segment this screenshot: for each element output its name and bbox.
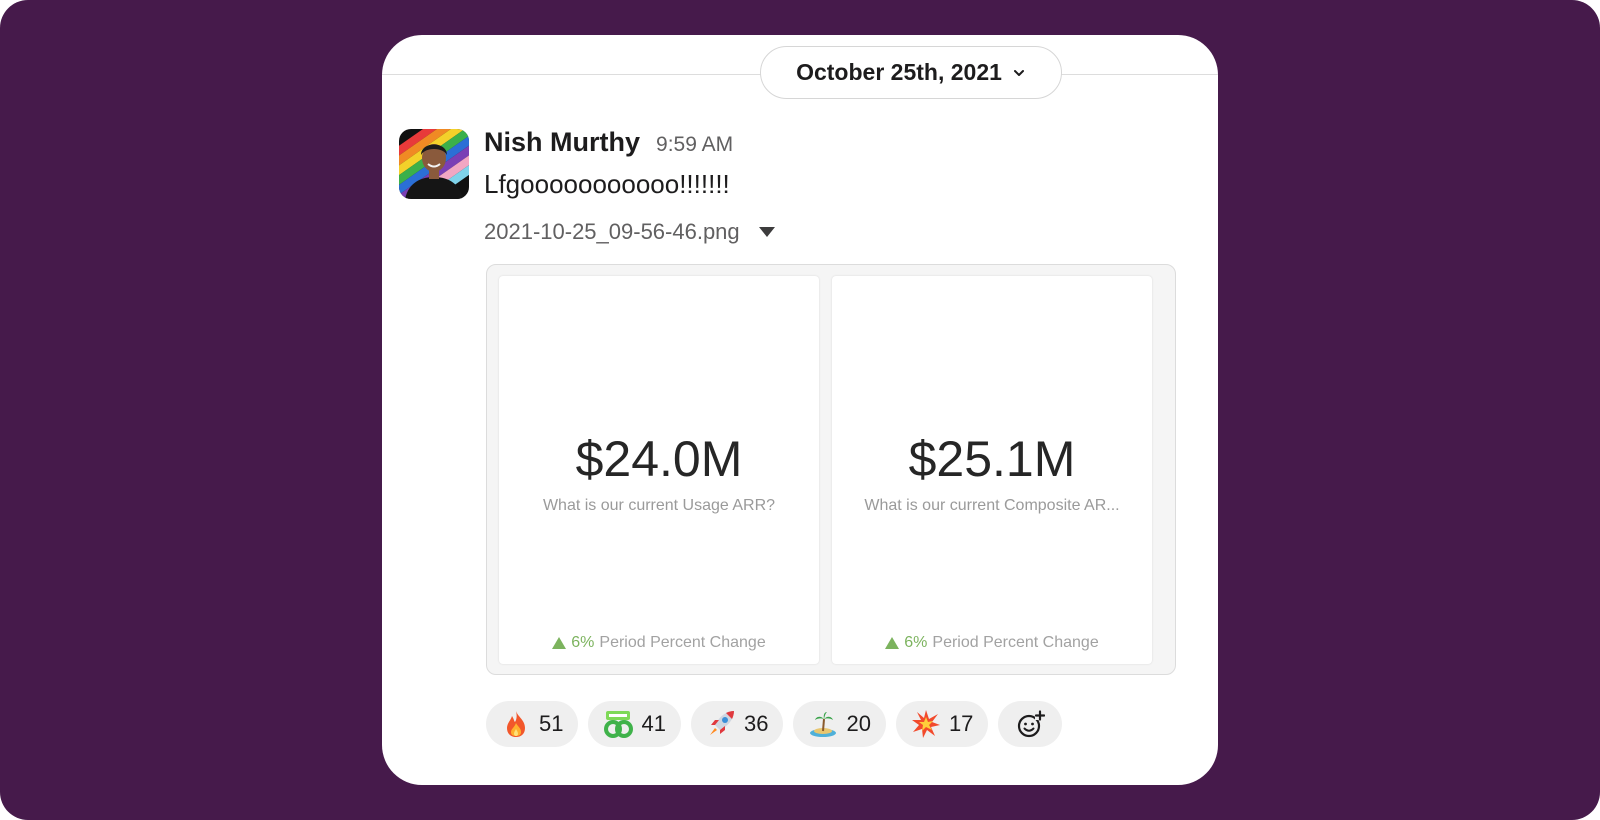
kpi-card: $25.1M What is our current Composite AR.… (832, 276, 1152, 664)
kpi-change-percent: 6% (571, 634, 595, 651)
kpi-question: What is our current Usage ARR? (542, 497, 776, 514)
reaction-count: 41 (641, 711, 666, 736)
kpi-change-percent: 6% (904, 634, 928, 651)
reaction-lets-go[interactable]: 41 (588, 701, 681, 747)
attachment-filename[interactable]: 2021-10-25_09-56-46.png (484, 219, 740, 245)
lets-go-icon (604, 711, 634, 738)
avatar-image (399, 129, 469, 199)
message-header: Nish Murthy 9:59 AM (484, 127, 733, 158)
island-icon (810, 712, 837, 737)
kpi-change-label: Period Percent Change (599, 634, 766, 651)
image-preview[interactable]: $24.0M What is our current Usage ARR? 6%… (486, 264, 1176, 675)
triangle-up-icon (552, 637, 567, 649)
caret-down-icon[interactable] (758, 226, 776, 238)
add-reaction-button[interactable] (998, 701, 1063, 747)
reaction-fire[interactable]: 51 (486, 701, 579, 747)
reaction-count: 17 (948, 711, 974, 736)
reaction-count: 36 (743, 711, 769, 736)
kpi-value: $25.1M (908, 431, 1076, 487)
kpi-change-label: Period Percent Change (932, 634, 1099, 651)
triangle-up-icon (885, 637, 900, 649)
date-label: October 25th, 2021 (796, 59, 1002, 85)
reaction-count: 51 (539, 711, 564, 736)
reaction-boom[interactable]: 17 (895, 701, 989, 747)
attachment-header: 2021-10-25_09-56-46.png (484, 219, 776, 245)
add-reaction-icon (1018, 710, 1046, 738)
reaction-bar: 51 41 36 20 17 (486, 701, 1063, 747)
date-jump-button[interactable]: October 25th, 2021 (760, 46, 1062, 99)
fire-icon (507, 711, 525, 737)
message-card: October 25th, 2021 Nish Murthy 9:59 AM L… (382, 35, 1218, 785)
kpi-card: $24.0M What is our current Usage ARR? 6%… (499, 276, 819, 664)
avatar[interactable] (399, 129, 469, 199)
boom-icon (911, 710, 940, 738)
reaction-island[interactable]: 20 (793, 701, 886, 747)
chevron-down-icon (1013, 69, 1024, 76)
message-timestamp[interactable]: 9:59 AM (656, 133, 733, 157)
author-name[interactable]: Nish Murthy (484, 127, 640, 158)
kpi-value: $24.0M (575, 431, 743, 487)
reaction-count: 20 (846, 711, 871, 736)
rocket-icon (709, 711, 734, 735)
reaction-rocket[interactable]: 36 (690, 701, 784, 747)
kpi-change: 6% Period Percent Change (832, 634, 1152, 652)
message-text: Lfgooooooooooo!!!!!!! (484, 169, 730, 199)
kpi-question: What is our current Composite AR... (864, 497, 1120, 514)
kpi-change: 6% Period Percent Change (499, 634, 819, 652)
app-background: October 25th, 2021 Nish Murthy 9:59 AM L… (0, 0, 1600, 820)
